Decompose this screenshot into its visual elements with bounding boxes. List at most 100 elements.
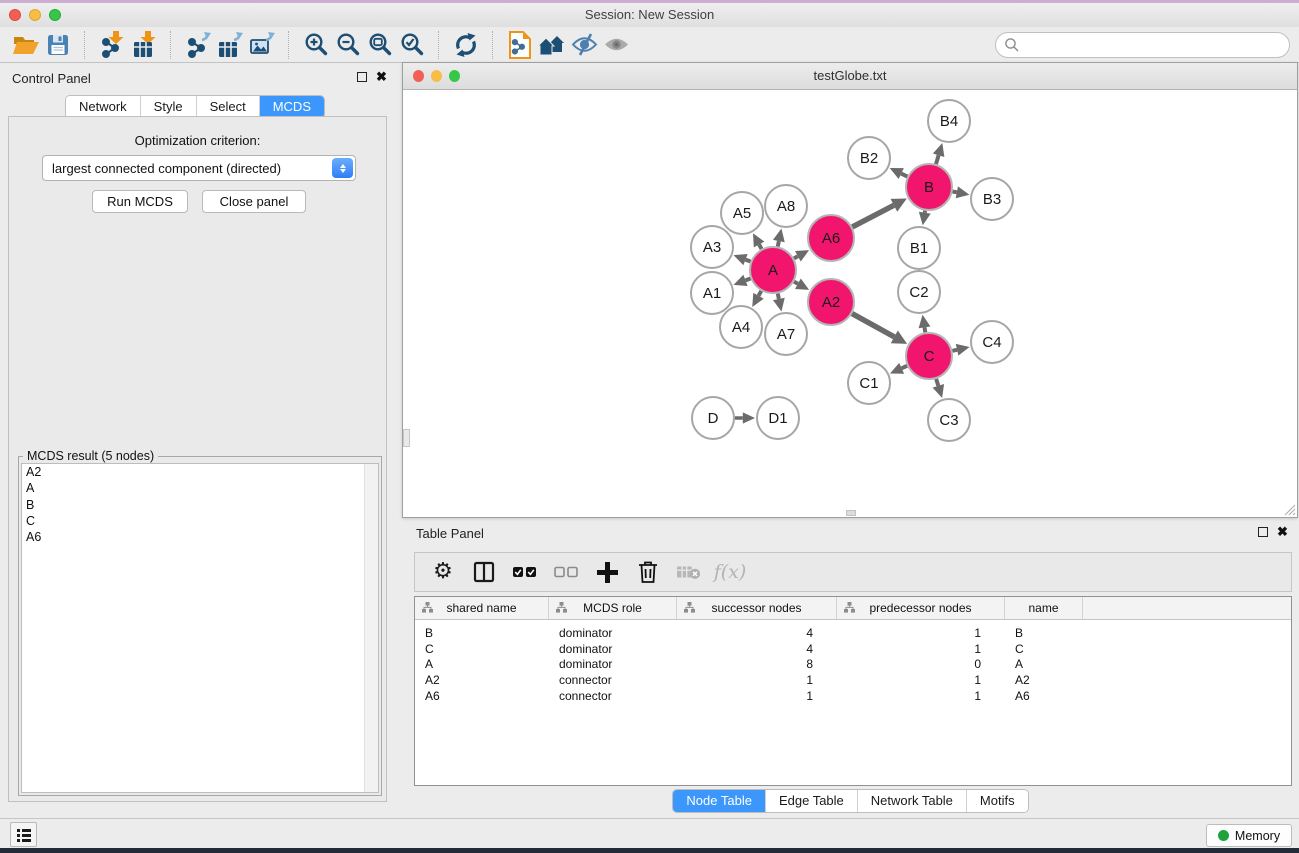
cell-successor-nodes[interactable]: 8 (677, 657, 837, 671)
table-row[interactable]: Adominator80A (415, 656, 1291, 672)
cell-name[interactable]: B (1005, 626, 1083, 640)
tab-mcds[interactable]: MCDS (259, 96, 324, 118)
network-canvas[interactable]: B4B2BB3A8A5A6A3B1AC2A1A2A4A7C4CC1C3DD1 (404, 90, 1296, 509)
cell-successor-nodes[interactable]: 1 (677, 673, 837, 687)
tab-edge-table[interactable]: Edge Table (765, 790, 857, 812)
optimization-criterion-label: Optimization criterion: (8, 133, 387, 148)
cell-shared-name[interactable]: B (415, 626, 549, 640)
zoom-fit-icon[interactable] (364, 30, 396, 60)
cell-successor-nodes[interactable]: 4 (677, 642, 837, 656)
cell-MCDS-role[interactable]: connector (549, 673, 677, 687)
criterion-dropdown[interactable]: largest connected component (directed) (42, 155, 356, 181)
close-table-panel-icon[interactable]: ✖ (1277, 527, 1288, 537)
cell-successor-nodes[interactable]: 4 (677, 626, 837, 640)
node-label-C1: C1 (859, 375, 878, 392)
tab-motifs[interactable]: Motifs (966, 790, 1028, 812)
result-list-scrollbar[interactable] (364, 464, 378, 792)
column-header-name[interactable]: name (1005, 597, 1083, 619)
export-network-icon[interactable] (182, 30, 214, 60)
network-horizontal-scrollbar[interactable] (846, 510, 856, 516)
zoom-window-button[interactable] (49, 9, 61, 21)
minimize-network-button[interactable] (431, 70, 442, 82)
new-network-icon[interactable] (504, 30, 536, 60)
cell-shared-name[interactable]: A (415, 657, 549, 671)
table-row[interactable]: A6connector11A6 (415, 688, 1291, 704)
list-icon (16, 827, 32, 843)
result-item[interactable]: C (22, 513, 378, 529)
arrowhead-icon (933, 384, 944, 398)
search-input[interactable] (995, 32, 1290, 58)
hide-panels-icon[interactable] (568, 30, 600, 60)
tab-node-table[interactable]: Node Table (673, 790, 765, 812)
task-list-button[interactable] (10, 822, 37, 847)
network-vertical-scrollbar[interactable] (403, 429, 410, 447)
show-panels-icon[interactable] (600, 30, 632, 60)
close-network-button[interactable] (413, 70, 424, 82)
cell-shared-name[interactable]: A2 (415, 673, 549, 687)
edge-A-A6 (794, 256, 798, 258)
column-selector-icon[interactable] (472, 559, 496, 585)
column-header-MCDS-role[interactable]: MCDS role (549, 597, 677, 619)
cell-predecessor-nodes[interactable]: 0 (837, 657, 1005, 671)
export-table-icon[interactable] (214, 30, 246, 60)
column-header-shared-name[interactable]: shared name (415, 597, 549, 619)
cell-name[interactable]: C (1005, 642, 1083, 656)
cell-predecessor-nodes[interactable]: 1 (837, 642, 1005, 656)
cell-MCDS-role[interactable]: dominator (549, 657, 677, 671)
export-image-icon[interactable] (246, 30, 278, 60)
float-panel-icon[interactable] (357, 72, 367, 82)
result-item[interactable]: A (22, 480, 378, 496)
close-window-button[interactable] (9, 9, 21, 21)
float-table-panel-icon[interactable] (1258, 527, 1268, 537)
select-all-icon[interactable] (513, 559, 537, 585)
add-column-icon[interactable] (595, 559, 619, 585)
cell-MCDS-role[interactable]: dominator (549, 642, 677, 656)
cell-shared-name[interactable]: C (415, 642, 549, 656)
cell-predecessor-nodes[interactable]: 1 (837, 626, 1005, 640)
home-icon[interactable] (536, 30, 568, 60)
cell-MCDS-role[interactable]: connector (549, 689, 677, 703)
edge-A-A1 (745, 278, 750, 280)
column-header-predecessor-nodes[interactable]: predecessor nodes (837, 597, 1005, 619)
cell-successor-nodes[interactable]: 1 (677, 689, 837, 703)
application-window: Session: New Session Control Panel ✖ Net… (0, 0, 1299, 853)
table-row[interactable]: Cdominator41C (415, 641, 1291, 657)
import-network-icon[interactable] (96, 30, 128, 60)
deselect-all-icon[interactable] (554, 559, 578, 585)
delete-column-icon[interactable] (636, 559, 660, 585)
import-table-icon[interactable] (128, 30, 160, 60)
column-header-successor-nodes[interactable]: successor nodes (677, 597, 837, 619)
cell-name[interactable]: A (1005, 657, 1083, 671)
memory-button[interactable]: Memory (1206, 824, 1292, 847)
tab-network-table[interactable]: Network Table (857, 790, 966, 812)
tab-style[interactable]: Style (140, 96, 196, 118)
zoom-network-button[interactable] (449, 70, 460, 82)
save-session-icon[interactable] (42, 30, 74, 60)
result-item[interactable]: A6 (22, 529, 378, 545)
zoom-out-icon[interactable] (332, 30, 364, 60)
cell-shared-name[interactable]: A6 (415, 689, 549, 703)
result-item[interactable]: A2 (22, 464, 378, 480)
cell-predecessor-nodes[interactable]: 1 (837, 673, 1005, 687)
close-panel-icon[interactable]: ✖ (376, 72, 387, 82)
refresh-icon[interactable] (450, 30, 482, 60)
table-row[interactable]: Bdominator41B (415, 625, 1291, 641)
cell-name[interactable]: A6 (1005, 689, 1083, 703)
open-file-icon[interactable] (10, 30, 42, 60)
result-item[interactable]: B (22, 497, 378, 513)
cell-MCDS-role[interactable]: dominator (549, 626, 677, 640)
run-mcds-button[interactable]: Run MCDS (92, 190, 188, 213)
close-panel-button[interactable]: Close panel (202, 190, 306, 213)
zoom-in-icon[interactable] (300, 30, 332, 60)
table-row[interactable]: A2connector11A2 (415, 672, 1291, 688)
cell-name[interactable]: A2 (1005, 673, 1083, 687)
table-header-row: shared nameMCDS rolesuccessor nodesprede… (415, 597, 1291, 620)
column-header-filler (1083, 597, 1291, 619)
zoom-selected-icon[interactable] (396, 30, 428, 60)
tab-network[interactable]: Network (66, 96, 140, 118)
resize-grip-icon[interactable] (1282, 502, 1296, 516)
cell-predecessor-nodes[interactable]: 1 (837, 689, 1005, 703)
tab-select[interactable]: Select (196, 96, 259, 118)
settings-gear-icon[interactable]: ⚙ (431, 559, 455, 585)
minimize-window-button[interactable] (29, 9, 41, 21)
